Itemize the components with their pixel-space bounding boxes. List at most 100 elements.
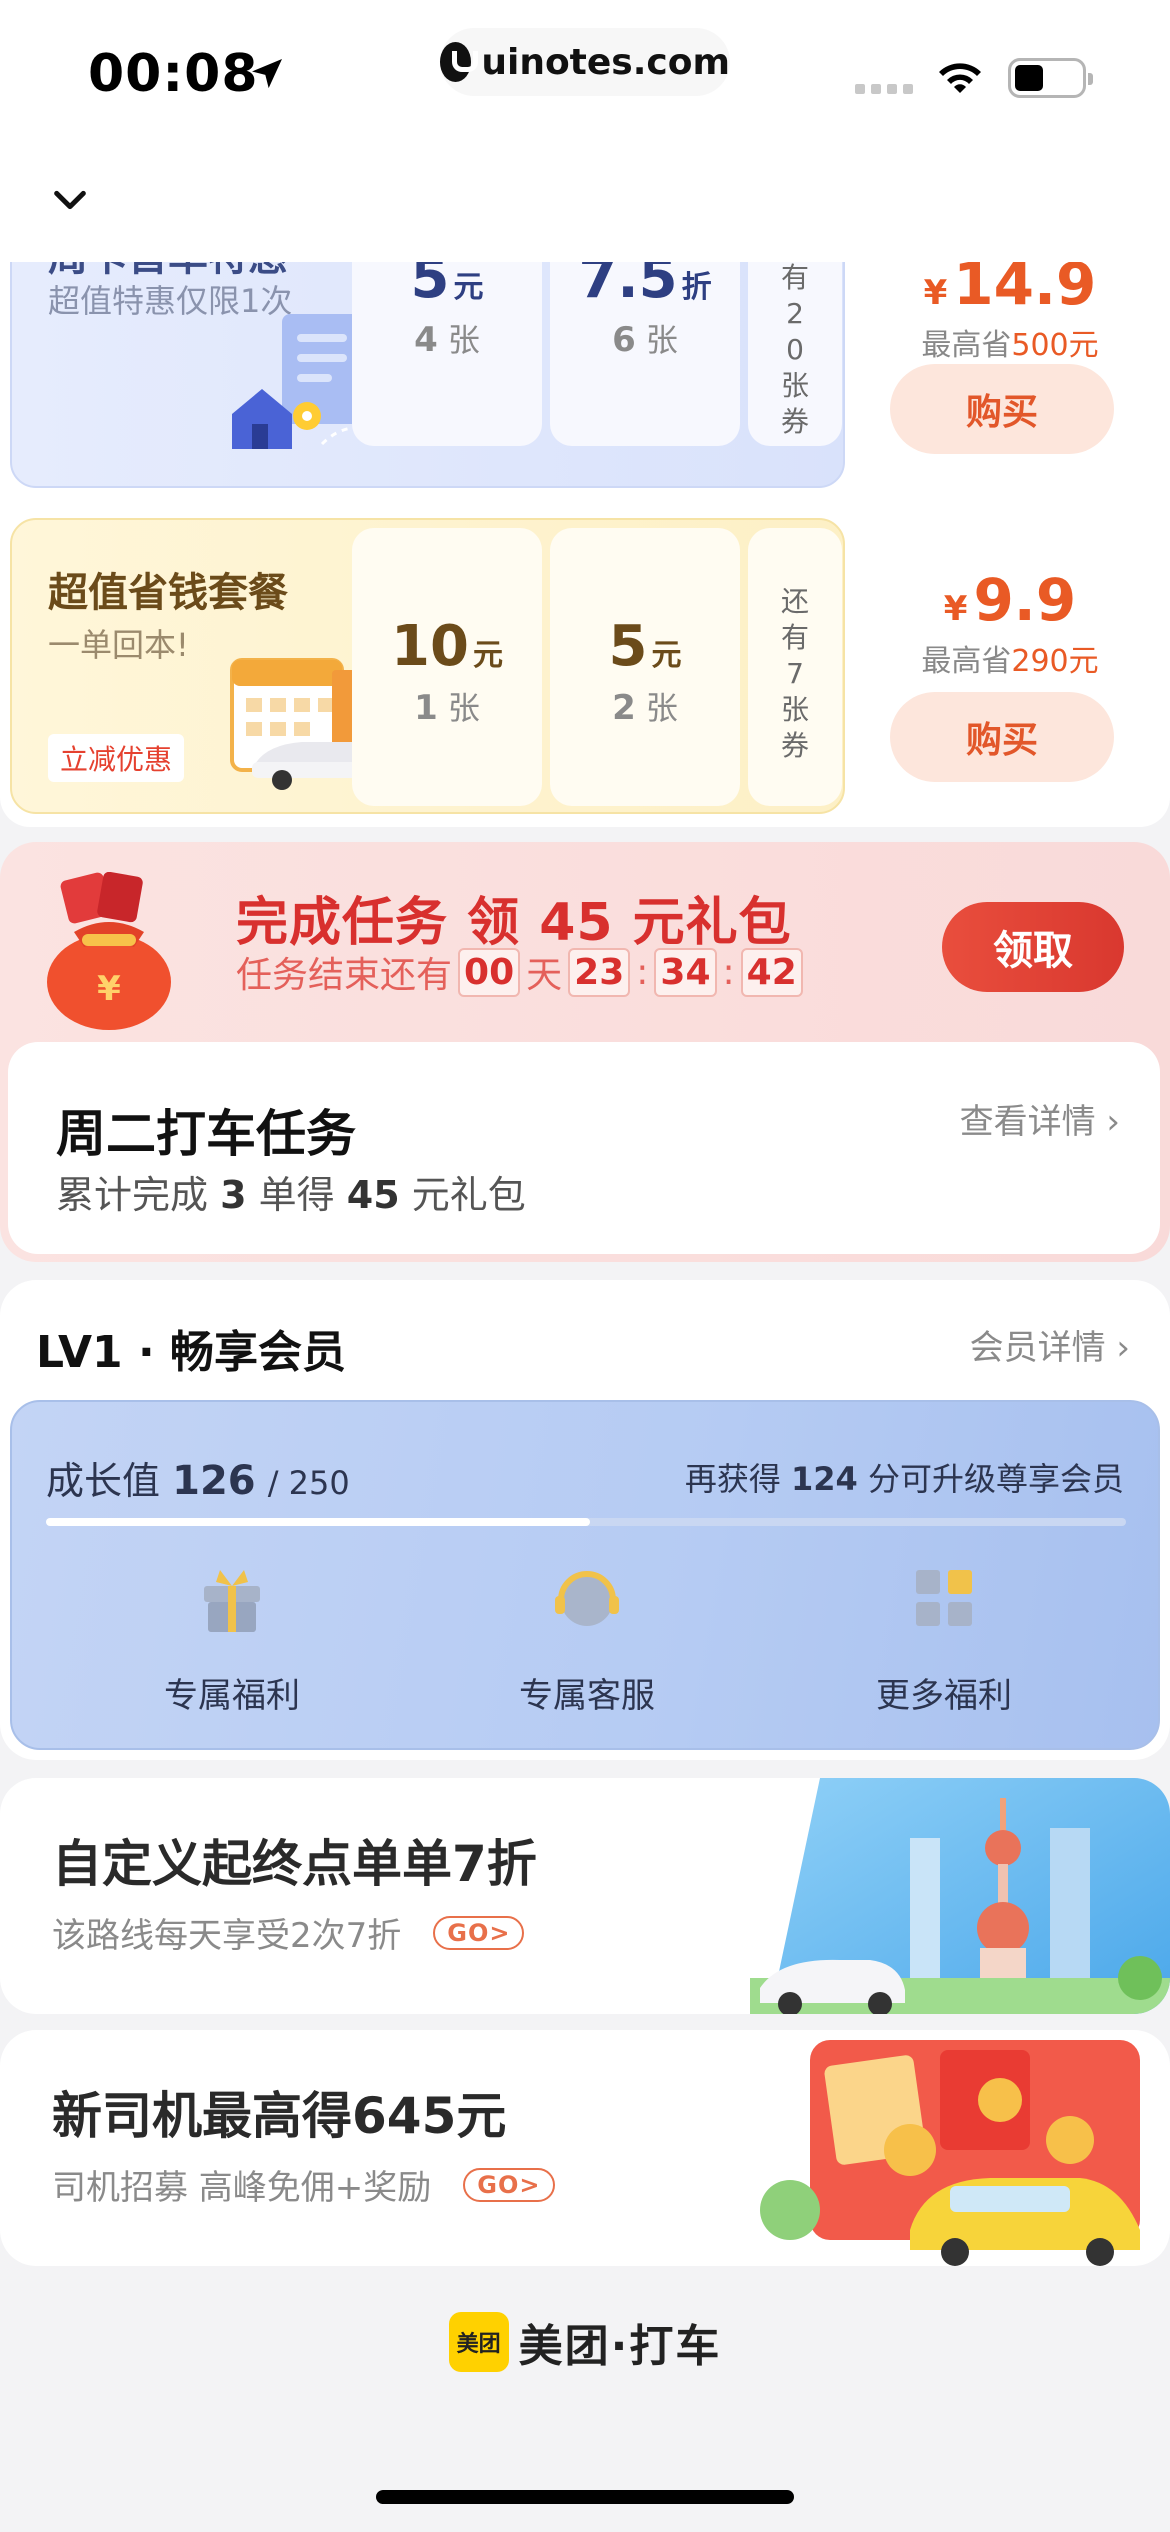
city-skyline-illustration xyxy=(750,1778,1170,2014)
coupon-value: 5 xyxy=(608,614,648,679)
go-button[interactable]: GO> xyxy=(463,2167,555,2202)
task-sub-suffix: 元礼包 xyxy=(411,1173,526,1217)
chevron-down-icon[interactable] xyxy=(50,180,90,220)
package-price: ¥14.9 最高省500元 xyxy=(870,262,1150,364)
task-sub-prefix: 累计完成 xyxy=(56,1173,209,1217)
countdown-separator: : xyxy=(722,951,735,993)
task-section: ¥ 完成任务 领 45 元礼包 任务结束还有 00 天 23 : 34 : 42… xyxy=(0,842,1170,1262)
need-value: 124 xyxy=(791,1460,858,1498)
countdown-prefix: 任务结束还有 xyxy=(236,955,453,996)
task-card[interactable]: 周二打车任务 累计完成 3 单得 45 元礼包 查看详情 › xyxy=(8,1042,1160,1254)
discount-tag: 立减优惠 xyxy=(48,734,185,782)
perk-label: 专属福利 xyxy=(164,1676,300,1716)
price-value: 9.9 xyxy=(973,566,1077,634)
signal-icon xyxy=(855,84,913,94)
member-section: LV1 · 畅享会员 会员详情 › 成长值 126 / 250 再获得 124 … xyxy=(0,1280,1170,1760)
coupon-item: 10 元 1 张 xyxy=(352,528,542,806)
buy-button[interactable]: 购买 xyxy=(890,692,1114,782)
promo-card-route-discount[interactable]: 自定义起终点单单7折 该路线每天享受2次7折 GO> xyxy=(0,1778,1170,2014)
need-suffix: 分可升级尊享会员 xyxy=(867,1460,1124,1498)
package-card[interactable]: 超值省钱套餐 一单回本! 立减优惠 10 元 1 张 5元 2 张 还 有 7 … xyxy=(10,518,845,814)
perk-item[interactable]: 专属客服 xyxy=(467,1558,707,1717)
promo-subtitle: 该路线每天享受2次7折 xyxy=(52,1916,402,1956)
red-envelope-car-illustration xyxy=(760,2040,1140,2266)
remaining-char: 0 xyxy=(786,333,804,366)
remaining-char: 券 xyxy=(780,405,809,438)
url-text: uinotes.com xyxy=(481,41,730,83)
growth-label: 成长值 xyxy=(46,1459,161,1503)
perk-label: 更多福利 xyxy=(876,1676,1012,1716)
price-value: 14.9 xyxy=(953,262,1097,318)
coupon-unit: 折 xyxy=(681,270,712,305)
package-price: ¥9.9 最高省290元 xyxy=(870,566,1150,680)
status-bar: 00:08 uinotes.com xyxy=(0,0,1170,150)
package-section: 周卡首单特惠 超值特惠仅限1次 5元 4 张 7.5折 6 张 还 有 2 xyxy=(0,262,1170,827)
promo-card-driver-recruit[interactable]: 新司机最高得645元 司机招募 高峰免佣+奖励 GO> xyxy=(0,2030,1170,2266)
coupon-item: 7.5 折 6 张 xyxy=(550,262,740,446)
coupon-value: 7.5 xyxy=(578,262,678,311)
promo-title: 新司机最高得645元 xyxy=(52,2087,507,2145)
grid-icon xyxy=(916,1570,972,1626)
price-symbol: ¥ xyxy=(943,589,968,629)
coupon-remaining: 还 有 2 0 张 券 xyxy=(748,262,842,446)
perk-label: 专属客服 xyxy=(519,1676,655,1716)
coupon-count-unit: 张 xyxy=(447,689,480,727)
site-logo-icon xyxy=(440,42,479,82)
money-bag-icon: ¥ xyxy=(47,872,171,1030)
task-detail-link[interactable]: 查看详情 › xyxy=(960,1094,1120,1143)
countdown-days-label: 天 xyxy=(526,955,563,996)
countdown-seconds: 42 xyxy=(740,947,803,997)
package-subtitle: 一单回本! xyxy=(48,626,189,664)
remaining-char: 张 xyxy=(780,369,809,402)
perk-item[interactable]: 更多福利 xyxy=(824,1558,1064,1717)
growth-total: / 250 xyxy=(267,1464,350,1502)
coupon-count: 6 xyxy=(612,320,636,360)
package-card[interactable]: 周卡首单特惠 超值特惠仅限1次 5元 4 张 7.5折 6 张 还 有 2 xyxy=(10,262,845,488)
status-time: 00:08 xyxy=(88,44,259,104)
remaining-char: 有 xyxy=(780,262,809,294)
remaining-char: 2 xyxy=(786,297,804,330)
coupon-value: 5 xyxy=(410,262,450,311)
claim-button[interactable]: 领取 xyxy=(942,902,1124,992)
coupon-count: 4 xyxy=(414,320,438,360)
go-button[interactable]: GO> xyxy=(433,1915,525,1950)
battery-icon xyxy=(1008,58,1093,98)
member-title: LV1 · 畅享会员 xyxy=(36,1327,346,1378)
coupon-item: 5元 2 张 xyxy=(550,528,740,806)
need-prefix: 再获得 xyxy=(684,1460,781,1498)
location-arrow-icon xyxy=(252,59,282,89)
task-sub-count: 3 xyxy=(220,1173,247,1217)
task-detail-label: 查看详情 xyxy=(959,1102,1096,1142)
task-sub-amount: 45 xyxy=(346,1173,400,1217)
svg-text:¥: ¥ xyxy=(97,969,121,1009)
growth-value: 成长值 126 / 250 xyxy=(46,1450,350,1505)
coupon-unit: 元 xyxy=(472,638,503,673)
brand-name: 美团·打车 xyxy=(518,2321,722,2372)
chevron-right-icon: › xyxy=(1106,1102,1120,1142)
coupon-item: 5元 4 张 xyxy=(352,262,542,446)
coupon-unit: 元 xyxy=(453,270,484,305)
buy-button[interactable]: 购买 xyxy=(890,364,1114,454)
remaining-char: 张 xyxy=(780,693,809,726)
home-indicator[interactable] xyxy=(376,2490,794,2504)
wifi-icon xyxy=(939,63,981,93)
task-card-title: 周二打车任务 xyxy=(56,1105,356,1163)
growth-progress-bar xyxy=(46,1518,1126,1526)
member-detail-link[interactable]: 会员详情 › xyxy=(970,1320,1130,1369)
member-detail-label: 会员详情 xyxy=(969,1328,1106,1368)
countdown-minutes: 34 xyxy=(654,947,717,997)
remaining-char: 券 xyxy=(780,729,809,762)
promo-title: 自定义起终点单单7折 xyxy=(52,1835,537,1893)
countdown-separator: : xyxy=(636,951,649,993)
chevron-right-icon: › xyxy=(1116,1328,1130,1368)
url-pill[interactable]: uinotes.com xyxy=(440,28,730,96)
brand-footer: 美团 美团·打车 xyxy=(0,2310,1170,2374)
growth-progress-fill xyxy=(46,1518,591,1526)
perk-item[interactable]: 专属福利 xyxy=(112,1558,352,1717)
promo-subtitle-row: 该路线每天享受2次7折 GO> xyxy=(52,1908,525,1957)
growth-current: 126 xyxy=(172,1458,256,1504)
save-amount: 290元 xyxy=(1011,644,1099,679)
coupon-count-unit: 张 xyxy=(447,321,480,359)
remaining-char: 还 xyxy=(780,585,809,618)
nav-bar xyxy=(0,150,1170,262)
